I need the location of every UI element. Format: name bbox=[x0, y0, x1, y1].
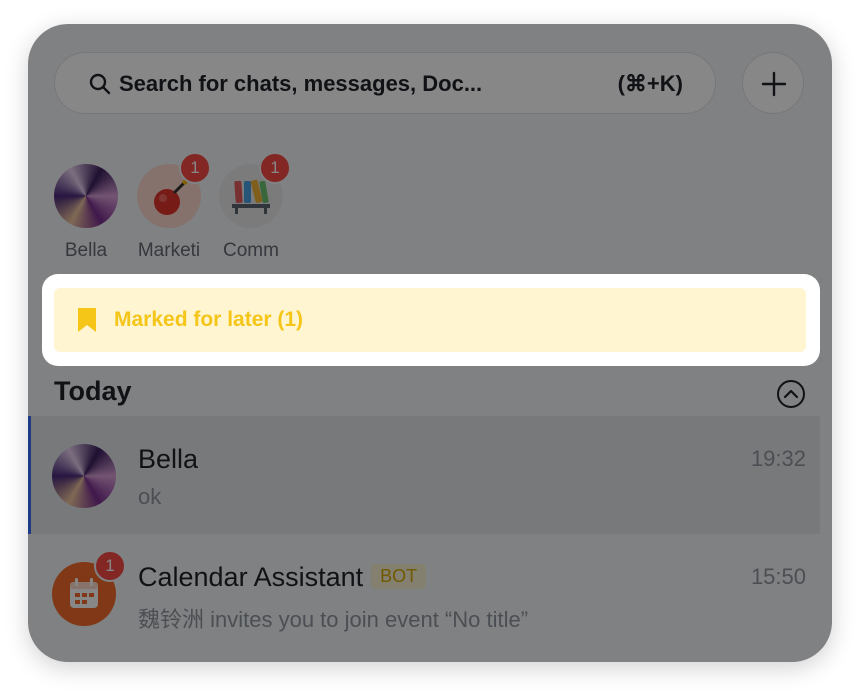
chat-item-bella[interactable]: Bella ok 19:32 bbox=[28, 416, 820, 534]
marked-for-later-banner[interactable]: Marked for later (1) bbox=[54, 288, 806, 352]
quick-access-comm[interactable]: 1 Comm bbox=[218, 152, 291, 262]
search-bar[interactable]: Search for chats, messages, Doc... (⌘+K) bbox=[54, 52, 716, 114]
chat-name: Calendar Assistant BOT bbox=[138, 562, 427, 593]
avatar bbox=[54, 164, 118, 228]
spotlight-highlight: Marked for later (1) bbox=[42, 274, 820, 366]
search-placeholder: Search for chats, messages, Doc... bbox=[119, 71, 483, 96]
quick-access-bella[interactable]: Bella bbox=[53, 164, 119, 262]
chat-name-text: Calendar Assistant bbox=[138, 562, 364, 592]
chat-time: 19:32 bbox=[750, 446, 806, 471]
avatar: 1 bbox=[219, 152, 291, 228]
bot-tag: BOT bbox=[371, 564, 427, 589]
search-icon bbox=[89, 73, 111, 95]
avatar: 1 bbox=[137, 152, 211, 228]
avatar bbox=[52, 444, 116, 508]
section-title-today: Today bbox=[54, 376, 132, 406]
chevron-up-icon[interactable] bbox=[776, 379, 806, 409]
search-shortcut: (⌘+K) bbox=[617, 71, 683, 96]
quick-access-label: Comm bbox=[223, 240, 279, 261]
bookmark-icon bbox=[78, 308, 96, 332]
chat-name: Bella bbox=[138, 444, 199, 474]
chat-item-calendar-assistant[interactable]: 1 Calendar Assistant BOT 魏铃洲 invites you … bbox=[28, 534, 820, 652]
quick-access-marketing[interactable]: 1 Marketi bbox=[136, 152, 211, 262]
marked-for-later-label: Marked for later (1) bbox=[114, 308, 304, 331]
chat-time: 15:50 bbox=[750, 564, 806, 589]
chat-preview: 魏铃洲 invites you to join event “No title” bbox=[138, 607, 529, 632]
add-button[interactable] bbox=[742, 52, 804, 114]
unread-badge: 1 bbox=[179, 152, 211, 184]
unread-badge: 1 bbox=[259, 152, 291, 184]
quick-access-label: Bella bbox=[64, 240, 108, 261]
plus-icon bbox=[761, 71, 787, 97]
quick-access-label: Marketi bbox=[137, 240, 201, 261]
avatar: 1 bbox=[52, 550, 126, 626]
chat-preview: ok bbox=[138, 484, 162, 509]
unread-badge: 1 bbox=[94, 550, 126, 582]
